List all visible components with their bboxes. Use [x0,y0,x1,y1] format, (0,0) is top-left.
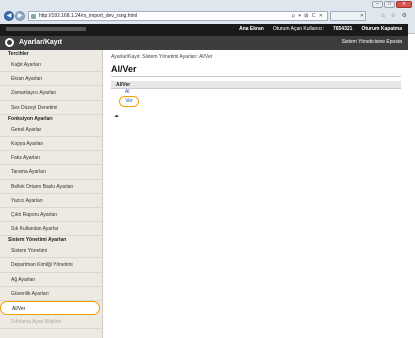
sidebar-item-memory-media-print[interactable]: Bellek Ortamı Baskı Ayarları [0,180,102,194]
window-controls: – □ ✕ [372,1,412,8]
sidebar-section-header: Sistem Yönetimi Ayarları [8,237,67,244]
top-header: Ana Ekran Oturum Açan Kullanıcı: 7654321… [0,24,408,36]
sidebar-item-timer-settings[interactable]: Zamanlayıcı Ayarları [0,86,102,101]
sidebar-item-general-settings[interactable]: Genel Ayarlar [0,123,102,137]
import-link[interactable]: Al [125,89,129,95]
browser-tab[interactable]: ✕ [330,11,366,21]
sidebar-item-display-settings[interactable]: Ekran Ayarları [0,72,102,87]
email-admin-link[interactable]: Sistem Yöneticisine Eposta [342,39,403,45]
panel-header: Al/Ver [111,81,401,89]
toolbar-icons[interactable]: ⌂ ☆ ⚙ [381,12,409,19]
minimize-button[interactable]: – [372,1,383,8]
sidebar-item-output-report[interactable]: Çıktı Raporu Ayarları [0,208,102,223]
app-header: Ayarlar/Kayıt Sistem Yöneticisine Eposta [0,36,408,50]
sidebar-item-import-export[interactable]: Al/Ver [0,301,100,316]
device-name-blurred [6,27,86,31]
sidebar-section-header: Fonksiyon Ayarları [8,115,53,122]
sidebar-item-department-id[interactable]: Departman Kimliği Yönetimi [0,258,102,273]
sidebar-item-volume-control[interactable]: Ses Düzeyi Denetimi [0,101,102,115]
main-content: Ayarlar/Kayıt: Sistem Yönetimi Ayarları:… [111,52,401,332]
sidebar-item-favorite-settings[interactable]: Sık Kullanılan Ayarlar [0,222,102,237]
sidebar-item-paper-settings[interactable]: Kağıt Ayarları [0,58,102,73]
close-window-button[interactable]: ✕ [396,1,412,8]
sidebar: Tercihler Kağıt Ayarları Ekran Ayarları … [0,50,103,338]
sidebar-item-printer-settings[interactable]: Yazıcı Ayarları [0,194,102,208]
breadcrumb: Ayarlar/Kayıt: Sistem Yönetimi Ayarları:… [111,54,213,60]
sidebar-item-network-settings[interactable]: Ağ Ayarları [0,273,102,287]
sidebar-section-header: Tercihler [8,51,29,57]
sidebar-item-copy-settings[interactable]: Kopya Ayarları [0,137,102,152]
sidebar-item-fax-settings[interactable]: Faks Ayarları [0,151,102,166]
user-id: 7654321 [332,26,353,32]
back-to-top-icon[interactable]: ⏶ [114,114,119,121]
divider [111,76,401,77]
logged-in-user-label: Oturum Açan Kullanıcı: [272,26,324,32]
address-bar[interactable]: http://192.168.1.24/rs_import_dev_rsng.h… [28,11,328,21]
forward-button[interactable]: ▶ [15,11,25,21]
page-title: Al/Ver [111,64,137,74]
logout-link[interactable]: Oturum Kapatma [361,26,402,32]
page-icon [31,14,36,19]
sidebar-item-system-management[interactable]: Sistem Yönetimi [0,244,102,259]
export-link[interactable]: Ver [119,96,139,107]
maximize-button[interactable]: □ [384,1,395,8]
top-links: Ana Ekran Oturum Açan Kullanıcı: 7654321… [239,26,402,32]
address-controls[interactable]: ρ ▾ ⊠ C ✕ [292,13,324,19]
sidebar-item-security-settings[interactable]: Güvenlik Ayarları [0,287,102,301]
home-link[interactable]: Ana Ekran [239,26,264,32]
app-title: Ayarlar/Kayıt [19,39,62,46]
sidebar-item-scan-settings[interactable]: Tarama Ayarları [0,165,102,180]
tab-close-icon[interactable]: ✕ [360,13,364,19]
back-button[interactable]: ◀ [4,11,14,21]
address-url: http://192.168.1.24/rs_import_dev_rsng.h… [39,13,138,19]
gear-icon [5,38,14,47]
sidebar-item-reset-info[interactable]: Sıfırlama Ayarı Bilgileri [0,315,102,330]
